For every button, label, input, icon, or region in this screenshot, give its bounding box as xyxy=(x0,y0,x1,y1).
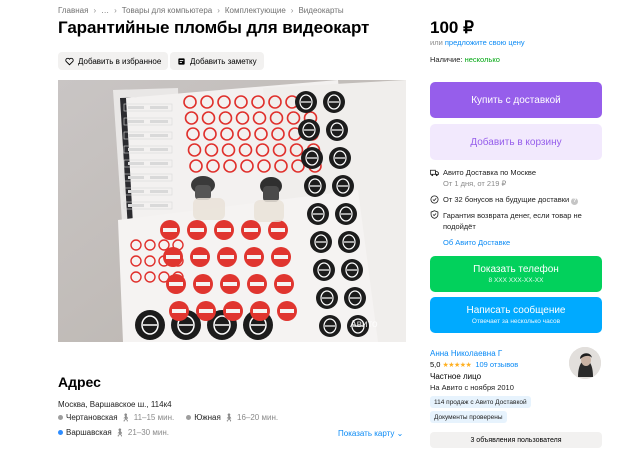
truck-icon xyxy=(430,169,439,177)
documents-verified-badge: Документы проверены xyxy=(430,411,507,423)
note-label: Добавить заметку xyxy=(190,56,257,66)
add-to-favorites-button[interactable]: Добавить в избранное xyxy=(58,52,169,70)
product-photo-image: Авито xyxy=(58,80,406,342)
shield-icon xyxy=(430,210,439,219)
seller-name-link[interactable]: Анна Николаевна Г xyxy=(430,349,502,358)
breadcrumb-components[interactable]: Комплектующие xyxy=(225,6,286,15)
metro-time: 21–30 мин. xyxy=(127,428,169,437)
buy-button-label: Купить с доставкой xyxy=(471,94,561,106)
metro-row: Чертановская 🚶︎ 11–15 мин. Южная 🚶︎ 16–2… xyxy=(58,413,278,422)
address-text: Москва, Варшавское ш., 114к4 xyxy=(58,400,172,409)
phone-masked-number: 8 XXX XXX-XX-XX xyxy=(488,277,544,284)
show-map-label: Показать карту xyxy=(338,429,395,438)
breadcrumb-separator: › xyxy=(217,6,220,15)
user-ads-button[interactable]: 3 объявления пользователя xyxy=(430,432,602,448)
price: 100 ₽ xyxy=(430,18,474,37)
availability-label: Наличие: xyxy=(430,55,463,64)
bonus-icon xyxy=(430,195,439,204)
walk-icon: 🚶︎ xyxy=(114,428,125,437)
metro-station-yuzhnaya: Южная xyxy=(194,413,221,422)
note-icon xyxy=(178,57,185,65)
bonus-info: От 32 бонусов на будущие доставки? xyxy=(430,195,579,205)
bonus-text: От 32 бонусов на будущие доставки xyxy=(443,195,570,204)
chevron-down-icon: ⌄ xyxy=(396,429,404,438)
breadcrumb-computer-goods[interactable]: Товары для компьютера xyxy=(122,6,212,15)
add-note-button[interactable]: Добавить заметку xyxy=(170,52,264,70)
seller-since: На Авито с ноября 2010 xyxy=(430,383,514,392)
metro-line-dot xyxy=(58,430,63,435)
metro-time: 16–20 мин. xyxy=(237,413,279,422)
suggest-price-link[interactable]: предложите свою цену xyxy=(445,38,525,47)
guarantee-info: Гарантия возврата денег, если товар не п… xyxy=(430,210,602,232)
avatar[interactable] xyxy=(569,347,601,379)
product-photo[interactable]: Авито xyxy=(58,80,406,342)
show-phone-button[interactable]: Показать телефон 8 XXX XXX-XX-XX xyxy=(430,256,602,292)
rating-value: 5,0 xyxy=(430,360,441,369)
delivery-info: Авито Доставка по Москве От 1 дня, от 219… xyxy=(430,168,536,188)
metro-line-dot xyxy=(58,415,63,420)
add-to-cart-button[interactable]: Добавить в корзину xyxy=(430,124,602,160)
info-icon[interactable]: ? xyxy=(571,198,579,205)
price-offer-line: или предложите свою цену xyxy=(430,38,525,47)
message-response-time: Отвечает за несколько часов xyxy=(471,318,561,325)
cart-button-label: Добавить в корзину xyxy=(470,136,562,148)
photo-watermark: Авито xyxy=(350,319,378,330)
rating-stars-icon: ★★★★★ xyxy=(442,361,472,369)
guarantee-text: Гарантия возврата денег, если товар не п… xyxy=(443,211,582,231)
breadcrumb-separator: › xyxy=(114,6,117,15)
sales-badge: 114 продаж с Авито Доставкой xyxy=(430,396,531,408)
breadcrumb: Главная › … › Товары для компьютера › Компл… xyxy=(58,6,344,15)
breadcrumb-separator: › xyxy=(93,6,97,15)
reviews-link[interactable]: 109 отзывов xyxy=(475,360,518,369)
delivery-title: Авито Доставка по Москве xyxy=(443,168,536,177)
write-message-button[interactable]: Написать сообщение Отвечает за несколько… xyxy=(430,297,602,333)
breadcrumb-videocards[interactable]: Видеокарты xyxy=(298,6,343,15)
buy-with-delivery-button[interactable]: Купить с доставкой xyxy=(430,82,602,118)
breadcrumb-ellipsis[interactable]: … xyxy=(101,6,109,15)
page-title: Гарантийные пломбы для видеокарт xyxy=(58,18,370,37)
breadcrumb-home[interactable]: Главная xyxy=(58,6,88,15)
address-heading: Адрес xyxy=(58,374,101,390)
heart-icon xyxy=(65,57,74,65)
metro-station-varshavskaya: Варшавская xyxy=(66,428,112,437)
show-map-link[interactable]: Показать карту ⌄ xyxy=(338,429,403,438)
message-button-label: Написать сообщение xyxy=(466,305,566,316)
seller-type: Частное лицо xyxy=(430,372,482,381)
phone-button-label: Показать телефон xyxy=(473,264,559,275)
availability-value: несколько xyxy=(464,55,500,64)
about-delivery-link[interactable]: Об Авито Доставке xyxy=(443,238,510,247)
favorites-label: Добавить в избранное xyxy=(78,56,162,66)
breadcrumb-separator: › xyxy=(290,6,294,15)
metro-time: 11–15 мин. xyxy=(133,413,175,422)
avatar-image xyxy=(569,347,601,379)
walk-icon: 🚶︎ xyxy=(223,413,234,422)
metro-line-dot xyxy=(186,415,192,420)
price-or-text: или xyxy=(430,38,443,47)
metro-row: Варшавская 🚶︎ 21–30 мин. xyxy=(58,428,169,437)
delivery-subtitle: От 1 дня, от 219 ₽ xyxy=(443,179,507,188)
metro-station-chertanovskaya: Чертановская xyxy=(66,413,118,422)
walk-icon: 🚶︎ xyxy=(120,413,131,422)
seller-rating: 5,0 ★★★★★ 109 отзывов xyxy=(430,360,518,369)
availability: Наличие: несколько xyxy=(430,55,500,64)
